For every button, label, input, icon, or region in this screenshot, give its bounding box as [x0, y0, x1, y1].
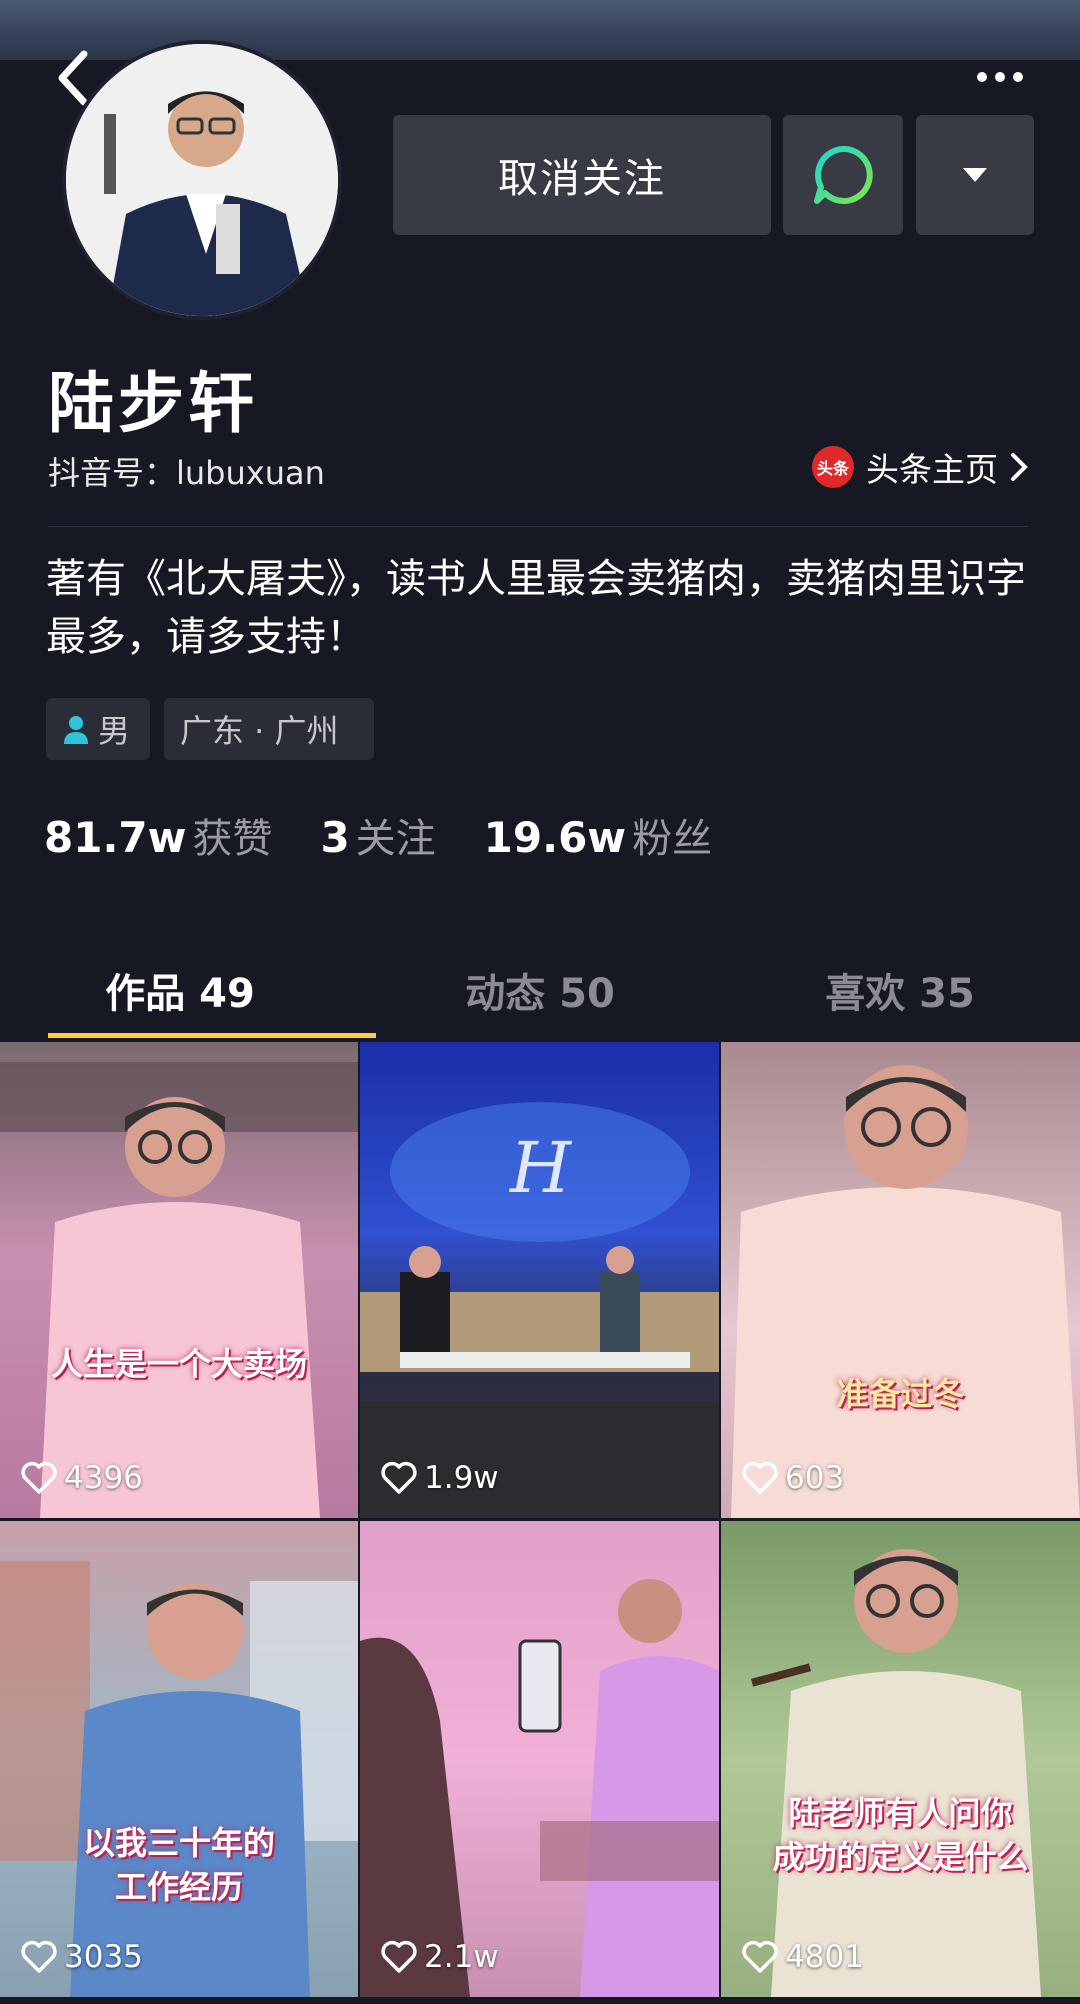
unfollow-button[interactable]: 取消关注 [393, 115, 771, 235]
like-count-value: 603 [785, 1460, 845, 1496]
message-button[interactable] [783, 115, 903, 235]
avatar[interactable] [62, 40, 342, 320]
more-options-icon[interactable] [970, 62, 1030, 92]
tab-updates[interactable]: 动态 50 [360, 940, 720, 1040]
chat-bubble-icon [814, 145, 873, 204]
person-icon [64, 716, 88, 744]
heart-outline-icon [21, 1461, 57, 1494]
toutiao-label: 头条主页 [866, 450, 998, 489]
video-thumbnail[interactable]: 以我三十年的 工作经历 3035 [0, 1521, 358, 1997]
toutiao-logo-icon: 头条 [812, 446, 854, 488]
video-grid: 人生是一个大卖场 4396 H 1.9w 准备过冬 603 以我三十年的 工作经… [0, 1042, 1080, 1997]
gender-label: 男 [98, 712, 131, 750]
like-count: 1.9w [380, 1460, 499, 1496]
likes-stat: 81.7w 获赞 [44, 806, 272, 864]
following-stat[interactable]: 3 关注 [320, 806, 435, 864]
chevron-right-icon [1011, 453, 1028, 481]
video-thumbnail[interactable]: H 1.9w [360, 1042, 719, 1518]
heart-outline-icon [742, 1461, 778, 1494]
stat-label: 获赞 [192, 816, 273, 862]
video-caption: 准备过冬 [836, 1375, 965, 1413]
like-count: 4396 [20, 1460, 143, 1496]
heart-outline-icon [742, 1940, 778, 1973]
like-count-value: 2.1w [424, 1939, 499, 1975]
tab-likes[interactable]: 喜欢 35 [720, 940, 1080, 1040]
like-count: 2.1w [380, 1939, 499, 1975]
video-caption: 人生是一个大卖场 [50, 1345, 307, 1383]
divider [48, 526, 1028, 527]
like-count: 4801 [741, 1939, 864, 1975]
video-caption: 以我三十年的 工作经历 [82, 1824, 275, 1906]
stat-number: 19.6w [483, 813, 627, 862]
like-count-value: 4396 [64, 1460, 143, 1496]
profile-bio: 著有《北大屠夫》，读书人里最会卖猪肉，卖猪肉里识字最多，请多支持！ [46, 556, 1026, 660]
video-caption: 陆老师有人问你 成功的定义是什么 [772, 1794, 1029, 1876]
like-count-value: 1.9w [424, 1460, 499, 1496]
video-thumbnail[interactable]: 陆老师有人问你 成功的定义是什么 4801 [721, 1521, 1080, 1997]
like-count: 603 [741, 1460, 844, 1496]
heart-outline-icon [381, 1461, 417, 1494]
stat-label: 粉丝 [632, 816, 713, 862]
video-thumbnail[interactable]: 2.1w [360, 1521, 719, 1997]
followers-stat[interactable]: 19.6w 粉丝 [484, 806, 712, 864]
video-thumbnail[interactable]: 人生是一个大卖场 4396 [0, 1042, 358, 1518]
location-label: 广东 · 广州 [180, 712, 339, 750]
location-tag: 广东 · 广州 [164, 698, 374, 760]
like-count-value: 3035 [64, 1939, 143, 1975]
stat-number: 81.7w [44, 813, 187, 862]
active-tab-indicator [48, 1033, 376, 1038]
douyin-id: 抖音号：lubuxuan [48, 454, 325, 492]
toutiao-homepage-link[interactable]: 头条 头条主页 [812, 443, 1028, 491]
triangle-down-icon [963, 168, 987, 182]
more-actions-dropdown-button[interactable] [916, 115, 1034, 235]
profile-stats: 81.7w 获赞 3 关注 19.6w 粉丝 [44, 806, 760, 864]
stat-label: 关注 [355, 816, 436, 862]
stat-number: 3 [320, 813, 350, 862]
svg-text:H: H [508, 1127, 573, 1209]
video-thumbnail[interactable]: 准备过冬 603 [721, 1042, 1080, 1518]
gender-tag: 男 [46, 698, 150, 760]
heart-outline-icon [381, 1940, 417, 1973]
profile-name: 陆步轩 [48, 365, 258, 442]
tab-works[interactable]: 作品 49 [0, 940, 360, 1040]
heart-outline-icon [21, 1940, 57, 1973]
like-count-value: 4801 [785, 1939, 864, 1975]
like-count: 3035 [20, 1939, 143, 1975]
profile-tabs: 作品 49 动态 50 喜欢 35 [0, 940, 1080, 1040]
